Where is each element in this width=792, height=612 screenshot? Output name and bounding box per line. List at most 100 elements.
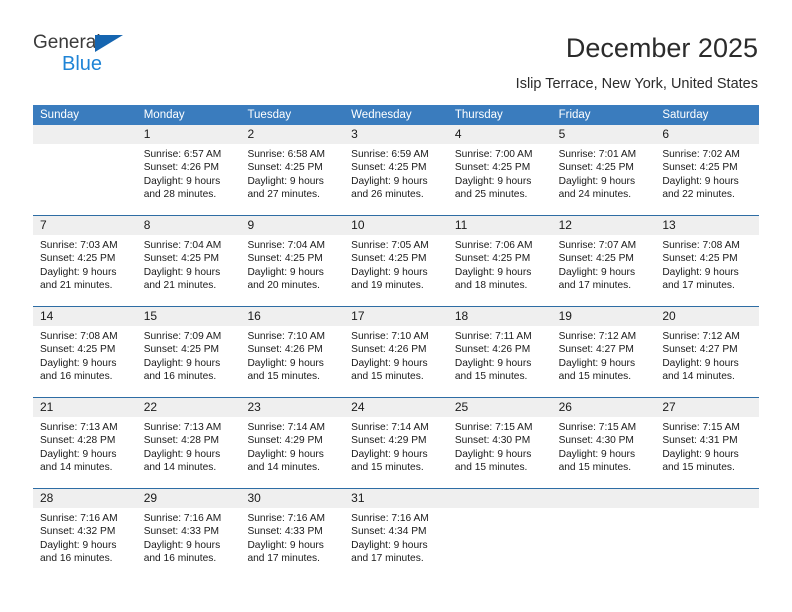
day-info: Sunrise: 7:09 AM Sunset: 4:25 PM Dayligh…	[137, 326, 241, 383]
day-cell[interactable]: 15 Sunrise: 7:09 AM Sunset: 4:25 PM Dayl…	[136, 307, 241, 397]
day-number: 31	[351, 491, 365, 505]
daylight-text-line1: Daylight: 9 hours	[351, 448, 428, 460]
weekday-header-thursday: Thursday	[454, 109, 503, 121]
day-cell[interactable]: 8 Sunrise: 7:04 AM Sunset: 4:25 PM Dayli…	[136, 216, 241, 306]
day-cell[interactable]: 1 Sunrise: 6:57 AM Sunset: 4:26 PM Dayli…	[136, 125, 241, 215]
day-number-band: 29	[136, 489, 241, 508]
daylight-text-line2: and 15 minutes.	[351, 370, 424, 382]
day-number: 2	[247, 127, 255, 141]
day-info: Sunrise: 7:01 AM Sunset: 4:25 PM Dayligh…	[552, 144, 656, 201]
day-cell[interactable]: 17 Sunrise: 7:10 AM Sunset: 4:26 PM Dayl…	[344, 307, 448, 397]
day-info: Sunrise: 7:15 AM Sunset: 4:31 PM Dayligh…	[655, 417, 759, 474]
sunset-text: Sunset: 4:28 PM	[143, 435, 220, 447]
day-number-band: 23	[240, 398, 345, 417]
day-cell[interactable]: 3 Sunrise: 6:59 AM Sunset: 4:25 PM Dayli…	[344, 125, 448, 215]
daylight-text-line2: and 14 minutes.	[143, 461, 217, 473]
day-cell[interactable]: 5 Sunrise: 7:01 AM Sunset: 4:25 PM Dayli…	[551, 125, 656, 215]
day-cell[interactable]: 9 Sunrise: 7:04 AM Sunset: 4:25 PM Dayli…	[240, 216, 345, 306]
sunset-text: Sunset: 4:32 PM	[40, 526, 116, 538]
daylight-text-line2: and 20 minutes.	[247, 279, 320, 291]
day-cell[interactable]: 31 Sunrise: 7:16 AM Sunset: 4:34 PM Dayl…	[344, 489, 448, 579]
day-number: 26	[558, 400, 572, 414]
daylight-text-line2: and 26 minutes.	[351, 188, 424, 200]
day-info: Sunrise: 7:13 AM Sunset: 4:28 PM Dayligh…	[137, 417, 241, 474]
day-cell[interactable]	[551, 489, 656, 579]
day-cell[interactable]: 28 Sunrise: 7:16 AM Sunset: 4:32 PM Dayl…	[33, 489, 137, 579]
day-cell[interactable]: 7 Sunrise: 7:03 AM Sunset: 4:25 PM Dayli…	[33, 216, 137, 306]
sunset-text: Sunset: 4:25 PM	[558, 162, 634, 174]
day-number-band: 22	[136, 398, 241, 417]
day-number-band: 4	[447, 125, 552, 144]
day-cell[interactable]: 24 Sunrise: 7:14 AM Sunset: 4:29 PM Dayl…	[344, 398, 448, 488]
day-cell[interactable]: 6 Sunrise: 7:02 AM Sunset: 4:25 PM Dayli…	[655, 125, 760, 215]
day-number-band: 6	[655, 125, 760, 144]
day-number: 5	[558, 127, 566, 141]
day-cell[interactable]: 10 Sunrise: 7:05 AM Sunset: 4:25 PM Dayl…	[344, 216, 448, 306]
day-info: Sunrise: 7:12 AM Sunset: 4:27 PM Dayligh…	[655, 326, 759, 383]
day-cell[interactable]: 19 Sunrise: 7:12 AM Sunset: 4:27 PM Dayl…	[551, 307, 656, 397]
day-cell[interactable]: 27 Sunrise: 7:15 AM Sunset: 4:31 PM Dayl…	[655, 398, 760, 488]
day-number-band: 21	[33, 398, 137, 417]
sunrise-text: Sunrise: 7:01 AM	[558, 149, 637, 160]
sunset-text: Sunset: 4:25 PM	[40, 344, 116, 356]
sunrise-text: Sunrise: 7:15 AM	[662, 422, 740, 433]
day-number-band: 24	[344, 398, 448, 417]
day-number: 28	[40, 491, 54, 505]
day-number-band: 11	[447, 216, 552, 235]
day-number-band	[655, 489, 760, 508]
daylight-text-line2: and 18 minutes.	[454, 279, 528, 291]
daylight-text-line1: Daylight: 9 hours	[662, 266, 739, 278]
calendar-week-row: 14 Sunrise: 7:08 AM Sunset: 4:25 PM Dayl…	[33, 306, 760, 397]
day-info: Sunrise: 7:16 AM Sunset: 4:32 PM Dayligh…	[33, 508, 137, 565]
day-cell[interactable]: 25 Sunrise: 7:15 AM Sunset: 4:30 PM Dayl…	[447, 398, 552, 488]
day-cell[interactable]: 30 Sunrise: 7:16 AM Sunset: 4:33 PM Dayl…	[240, 489, 345, 579]
day-cell[interactable]: 4 Sunrise: 7:00 AM Sunset: 4:25 PM Dayli…	[447, 125, 552, 215]
daylight-text-line2: and 17 minutes.	[351, 552, 424, 564]
daylight-text-line1: Daylight: 9 hours	[247, 357, 324, 369]
day-cell[interactable]: 11 Sunrise: 7:06 AM Sunset: 4:25 PM Dayl…	[447, 216, 552, 306]
day-number: 25	[454, 400, 469, 414]
daylight-text-line2: and 24 minutes.	[558, 188, 632, 200]
weekday-header-sunday: Sunday	[40, 109, 80, 121]
day-cell[interactable]	[655, 489, 760, 579]
day-cell[interactable]: 12 Sunrise: 7:07 AM Sunset: 4:25 PM Dayl…	[551, 216, 656, 306]
day-cell[interactable]: 20 Sunrise: 7:12 AM Sunset: 4:27 PM Dayl…	[655, 307, 760, 397]
day-number: 21	[40, 400, 54, 414]
day-cell[interactable]: 13 Sunrise: 7:08 AM Sunset: 4:25 PM Dayl…	[655, 216, 760, 306]
daylight-text-line1: Daylight: 9 hours	[143, 539, 221, 551]
day-cell[interactable]: 26 Sunrise: 7:15 AM Sunset: 4:30 PM Dayl…	[551, 398, 656, 488]
day-number: 16	[247, 309, 261, 323]
sunrise-text: Sunrise: 7:16 AM	[143, 513, 222, 524]
sunrise-text: Sunrise: 7:13 AM	[143, 422, 222, 433]
day-cell[interactable]: 29 Sunrise: 7:16 AM Sunset: 4:33 PM Dayl…	[136, 489, 241, 579]
daylight-text-line1: Daylight: 9 hours	[143, 266, 221, 278]
day-number: 17	[351, 309, 365, 323]
day-cell[interactable]: 18 Sunrise: 7:11 AM Sunset: 4:26 PM Dayl…	[447, 307, 552, 397]
day-cell[interactable]: 22 Sunrise: 7:13 AM Sunset: 4:28 PM Dayl…	[136, 398, 241, 488]
daylight-text-line1: Daylight: 9 hours	[247, 539, 324, 551]
day-cell[interactable]: 21 Sunrise: 7:13 AM Sunset: 4:28 PM Dayl…	[33, 398, 137, 488]
day-cell[interactable]: 16 Sunrise: 7:10 AM Sunset: 4:26 PM Dayl…	[240, 307, 345, 397]
daylight-text-line2: and 14 minutes.	[40, 461, 113, 473]
daylight-text-line1: Daylight: 9 hours	[351, 539, 428, 551]
sunrise-text: Sunrise: 7:14 AM	[351, 422, 429, 433]
sunrise-text: Sunrise: 7:05 AM	[351, 240, 429, 251]
day-info: Sunrise: 6:59 AM Sunset: 4:25 PM Dayligh…	[344, 144, 448, 201]
sunset-text: Sunset: 4:33 PM	[247, 526, 323, 538]
day-cell[interactable]	[33, 125, 137, 215]
day-number: 23	[247, 400, 261, 414]
daylight-text-line1: Daylight: 9 hours	[558, 175, 636, 187]
sunset-text: Sunset: 4:26 PM	[247, 344, 323, 356]
day-number: 7	[40, 218, 47, 232]
page-header: General Blue December 2025 Islip Terrace…	[0, 0, 792, 100]
day-cell[interactable]: 23 Sunrise: 7:14 AM Sunset: 4:29 PM Dayl…	[240, 398, 345, 488]
day-number: 12	[558, 218, 572, 232]
sunset-text: Sunset: 4:25 PM	[247, 253, 323, 265]
day-cell[interactable]: 14 Sunrise: 7:08 AM Sunset: 4:25 PM Dayl…	[33, 307, 137, 397]
day-cell[interactable]: 2 Sunrise: 6:58 AM Sunset: 4:25 PM Dayli…	[240, 125, 345, 215]
day-number-band: 31	[344, 489, 448, 508]
day-number: 18	[454, 309, 469, 323]
day-number-band: 20	[655, 307, 760, 326]
day-cell[interactable]	[447, 489, 552, 579]
day-number: 14	[40, 309, 54, 323]
